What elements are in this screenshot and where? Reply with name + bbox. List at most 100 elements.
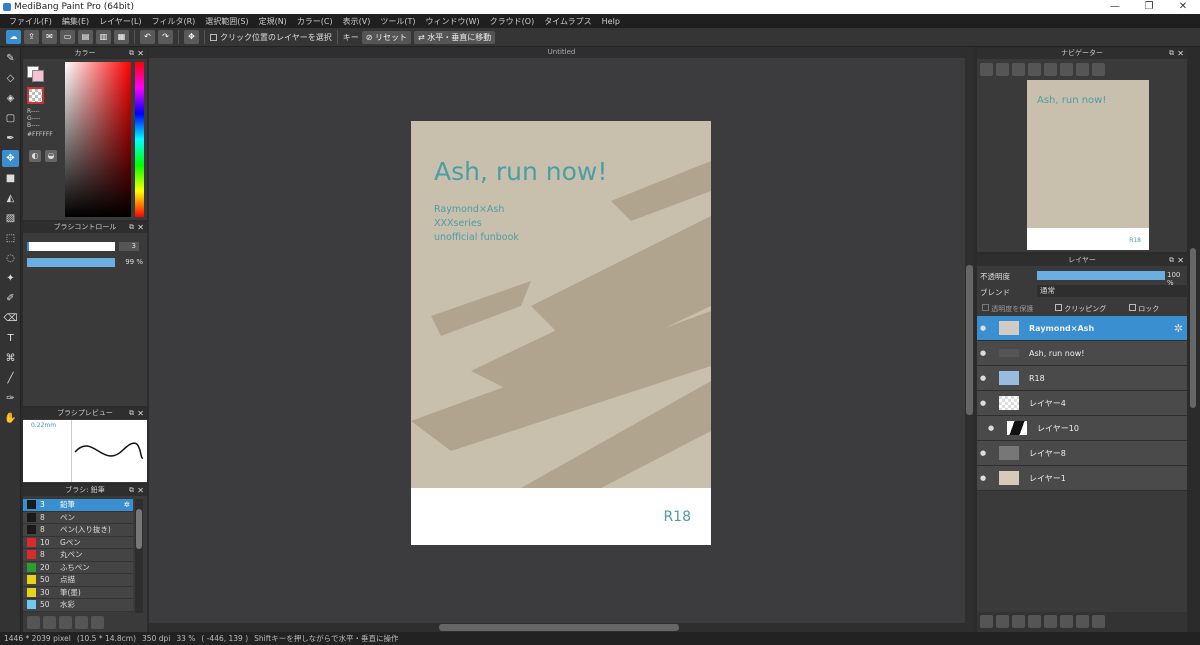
navigator-preview[interactable]: Ash, run now! R18 [1027,80,1149,250]
detach-icon[interactable]: ⧉ [129,222,134,233]
move-tool-icon[interactable]: ✥ [2,150,19,167]
speech-icon[interactable]: ▭ [60,30,75,44]
rotate-right-icon[interactable] [1076,63,1089,76]
eye-icon[interactable]: ● [985,424,997,432]
select-eraser-tool-icon[interactable]: ⌫ [2,310,19,327]
folder-icon[interactable] [1044,615,1057,628]
duplicate-layer-icon[interactable] [1060,615,1073,628]
detach-icon[interactable]: ⧉ [129,48,134,59]
lock-checkbox[interactable]: ロック [1129,304,1159,314]
minimize-button[interactable]: — [1098,0,1132,14]
checkbox-box[interactable] [1129,304,1136,311]
gear-icon[interactable]: ✲ [1174,322,1183,335]
new-layer-8bit-icon[interactable] [1012,615,1025,628]
menu-tool[interactable]: ツール(T) [375,16,420,27]
checkbox-box[interactable] [1055,304,1062,311]
cloud-brush-icon[interactable] [27,616,40,629]
gear-icon[interactable]: ✲ [124,500,130,509]
layer-row[interactable]: ● Ash, run now! [977,341,1187,366]
protect-alpha-checkbox[interactable]: 透明度を保護 [982,304,1033,314]
add-layer-menu-icon[interactable] [1028,615,1041,628]
fit-icon[interactable] [1012,63,1025,76]
pen-tool-icon[interactable]: ✒ [2,130,19,147]
zoom-in-icon[interactable] [980,63,993,76]
checkbox-box[interactable] [210,33,217,41]
eye-icon[interactable]: ● [977,474,989,482]
rectangle-tool-icon[interactable]: ▢ [2,110,19,127]
layer-row[interactable]: ● レイヤー4 [977,391,1187,416]
eraser-tool-icon[interactable]: ◇ [2,70,19,87]
brush-opacity-slider[interactable] [27,258,115,267]
eye-icon[interactable]: ● [977,374,989,382]
duplicate-icon[interactable] [91,616,104,629]
close-button[interactable]: ✕ [1166,0,1200,14]
eye-icon[interactable]: ● [977,399,989,407]
layer-row[interactable]: ● Raymond×Ash ✲ [977,316,1187,341]
color-picker-icon[interactable]: ◒ [45,150,57,162]
reset-button[interactable]: ⊘ リセット [361,30,412,44]
zoom-in-alt-icon[interactable] [996,63,1009,76]
canvas-area[interactable]: Untitled Ash, run now! Raymond×Ash XXXse… [149,47,974,632]
menu-selection[interactable]: 選択範囲(S) [200,16,253,27]
canvas-horizontal-scrollbar[interactable] [149,623,974,632]
secondary-color-swatch[interactable] [32,70,44,82]
select-rect-tool-icon[interactable]: ⬚ [2,230,19,247]
flip-move-button[interactable]: ⇄ 水平・垂直に移動 [414,30,496,44]
brush-item-round-pen[interactable]: 8 丸ペン [23,549,133,562]
menu-ruler[interactable]: 定規(N) [254,16,292,27]
menu-help[interactable]: Help [597,17,625,26]
menu-timelapse[interactable]: タイムラプス [539,16,596,27]
eyedropper-tool-icon[interactable]: ✑ [2,390,19,407]
eye-icon[interactable]: ● [977,324,989,332]
blend-select[interactable]: 通常▾ [1037,285,1195,297]
merge-layer-icon[interactable] [1076,615,1089,628]
close-icon[interactable]: ✕ [1177,48,1184,59]
undo-icon[interactable]: ↶ [140,30,155,44]
scroll-thumb[interactable] [439,624,679,631]
magic-wand-tool-icon[interactable]: ✦ [2,270,19,287]
brush-item-edge-pen[interactable]: 20 ふちペン [23,561,133,574]
layer-row[interactable]: ● レイヤー10 [977,416,1187,441]
brush-item-watercolor[interactable]: 50 水彩 [23,599,133,612]
brush-list-scrollbar[interactable] [135,499,143,613]
menu-layer[interactable]: レイヤー(L) [94,16,146,27]
palette-icon[interactable]: ◐ [29,150,41,162]
menu-view[interactable]: 表示(V) [338,16,376,27]
brush-item-pencil[interactable]: 3 鉛筆 ✲ [23,499,133,512]
gradient-tool-icon[interactable]: ▧ [2,210,19,227]
operation-tool-icon[interactable]: ⌘ [2,350,19,367]
new-layer-icon[interactable] [980,615,993,628]
divide-tool-icon[interactable]: ╱ [2,370,19,387]
detach-icon[interactable]: ⧉ [129,485,134,496]
detach-icon[interactable]: ⧉ [1169,255,1174,266]
canvas-vertical-scrollbar[interactable] [965,58,974,623]
flip-icon[interactable] [1060,63,1073,76]
upload-icon[interactable]: ⇪ [24,30,39,44]
maximize-button[interactable]: ❐ [1132,0,1166,14]
select-layer-checkbox[interactable]: クリック位置のレイヤーを選択 [210,32,332,43]
detach-icon[interactable]: ⧉ [129,408,134,419]
menu-edit[interactable]: 編集(E) [57,16,94,27]
transform-icon[interactable]: ✥ [184,30,199,44]
hue-slider[interactable] [135,62,144,217]
scroll-thumb[interactable] [1190,248,1196,408]
scroll-thumb[interactable] [966,265,973,415]
layer-row[interactable]: ● R18 [977,366,1187,391]
grid-icon[interactable]: ▦ [114,30,129,44]
redo-icon[interactable]: ↷ [158,30,173,44]
page-icon[interactable]: ▤ [78,30,93,44]
scroll-thumb[interactable] [136,509,142,549]
close-icon[interactable]: ✕ [137,485,144,496]
text-tool-icon[interactable]: T [2,330,19,347]
brush-size-slider[interactable] [27,242,115,251]
clipping-checkbox[interactable]: クリッピング [1055,304,1106,314]
right-dock-scrollbar[interactable] [1188,48,1198,632]
dot-eraser-tool-icon[interactable]: ◈ [2,90,19,107]
lasso-tool-icon[interactable]: ◌ [2,250,19,267]
saturation-value-picker[interactable] [65,62,131,217]
close-icon[interactable]: ✕ [137,408,144,419]
document-tab[interactable]: Untitled [149,47,974,58]
brush-folder-icon[interactable] [75,616,88,629]
transparent-color-swatch[interactable] [27,87,44,104]
menu-window[interactable]: ウィンドウ(W) [421,16,485,27]
